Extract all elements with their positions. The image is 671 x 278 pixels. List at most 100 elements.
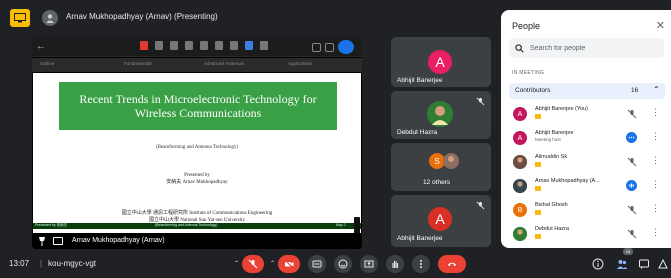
participant-avatar xyxy=(427,101,453,127)
section-label: IN MEETING xyxy=(512,70,545,76)
person-name: Arnav Mukhopadhyay (A... xyxy=(535,178,600,184)
undo-icon[interactable] xyxy=(312,42,321,52)
hand-badge-icon xyxy=(535,186,541,191)
person-row[interactable]: Arnav Mukhopadhyay (A... ⋮ xyxy=(509,176,667,198)
back-arrow-icon[interactable]: ← xyxy=(36,41,46,52)
stage-caption: Arnav Mukhopadhyay (Arnav) xyxy=(32,233,362,249)
slide-title: Recent Trends in Microelectronic Technol… xyxy=(79,92,317,120)
slide-presented-by: Presented by 安納夫 Arnav Mukhopadhyay xyxy=(33,172,361,186)
person-row[interactable]: Alimuddin Sk ⋮ xyxy=(509,152,667,174)
hang-up-icon xyxy=(447,262,457,267)
pen-icon[interactable] xyxy=(140,41,148,50)
mic-off-icon[interactable] xyxy=(627,109,637,119)
people-panel: People ✕ IN MEETING Contributors 16 ⌃ A … xyxy=(501,10,671,248)
camera-button[interactable] xyxy=(278,255,300,273)
bottom-control-bar: 13:07 | kou-mgyc-vgt ⌃ ⌃ xyxy=(0,250,671,278)
lasso-icon[interactable] xyxy=(245,41,253,50)
top-bar: Arnav Mukhopadhyay (Arnav) (Presenting) xyxy=(0,0,500,36)
person-row[interactable]: B Bishal Ghosh ⋮ xyxy=(509,200,667,222)
more-options-icon[interactable]: ⋮ xyxy=(651,179,660,190)
presenter-avatar xyxy=(42,10,58,26)
person-row[interactable]: A Abhijit Banerjee Meeting host ⋮ xyxy=(509,128,667,150)
nav-tab-advanced[interactable]: Advanced Antennas xyxy=(204,61,244,66)
participant-avatar: A xyxy=(428,207,452,231)
present-button[interactable] xyxy=(360,255,378,273)
presenter-line: 安納夫 Arnav Mukhopadhyay xyxy=(166,180,228,185)
chevron-up-icon[interactable]: ⌃ xyxy=(653,85,660,94)
slide-footer: Presented by 安納夫 (Beamforming and Antenn… xyxy=(33,223,361,229)
close-icon[interactable]: ✕ xyxy=(656,19,665,32)
leave-call-button[interactable] xyxy=(438,255,466,273)
mic-button[interactable] xyxy=(242,255,264,273)
activities-icon[interactable] xyxy=(657,258,669,270)
present-screen-icon xyxy=(364,260,374,268)
person-avatar: B xyxy=(513,203,527,217)
search-input[interactable] xyxy=(530,44,650,52)
more-options-icon[interactable]: ⋮ xyxy=(651,155,660,166)
person-avatar: A xyxy=(513,131,527,145)
contributors-header[interactable]: Contributors 16 ⌃ xyxy=(509,83,665,99)
participant-tile[interactable]: A Abhijit Banerjee xyxy=(391,37,491,87)
participant-tile-group[interactable]: S 12 others xyxy=(391,143,491,191)
more-options-icon[interactable]: ⋮ xyxy=(651,227,660,238)
mic-off-icon[interactable] xyxy=(627,205,637,215)
participant-tile[interactable]: Debdut Hazra xyxy=(391,91,491,139)
mic-off-icon xyxy=(476,201,485,210)
person-name: Debdut Hazra xyxy=(535,226,569,232)
shape-icon[interactable] xyxy=(215,41,223,50)
presentation-stage[interactable]: ← Outline Fundamentals Advanced Antennas… xyxy=(32,37,362,249)
more-tools-icon[interactable] xyxy=(260,41,268,50)
eraser-icon[interactable] xyxy=(200,41,208,50)
meeting-code: kou-mgyc-vgt xyxy=(48,259,97,268)
speaking-indicator-icon xyxy=(626,180,637,191)
slideshow-toolbar: ← xyxy=(32,37,362,57)
footer-center: (Beamforming and Antenna Technology) xyxy=(155,223,218,227)
brush-icon[interactable] xyxy=(185,41,193,50)
info-icon[interactable] xyxy=(592,258,604,270)
more-dots-icon[interactable] xyxy=(626,132,637,143)
people-count-badge: 16 xyxy=(623,248,633,255)
more-options-icon[interactable]: ⋮ xyxy=(651,131,660,142)
slide-title-banner: Recent Trends in Microelectronic Technol… xyxy=(59,82,337,130)
person-avatar: A xyxy=(513,107,527,121)
more-options-icon[interactable]: ⋮ xyxy=(651,107,660,118)
emoji-button[interactable] xyxy=(334,255,352,273)
highlighter-icon[interactable] xyxy=(170,41,178,50)
more-options-icon[interactable]: ⋮ xyxy=(651,203,660,214)
presented-by-label: Presented by xyxy=(184,173,210,178)
people-search[interactable] xyxy=(509,38,664,58)
chevron-up-icon[interactable]: ⌃ xyxy=(270,260,275,267)
captions-button[interactable] xyxy=(308,255,326,273)
contributors-count: 16 xyxy=(631,87,639,94)
captions-icon xyxy=(312,260,322,268)
slideshow-controls xyxy=(312,40,354,54)
person-avatar-photo xyxy=(513,179,527,193)
more-options-button[interactable] xyxy=(412,255,430,273)
raise-hand-button[interactable] xyxy=(386,255,404,273)
person-row[interactable]: A Abhijit Banerjee (You) ⋮ xyxy=(509,104,667,126)
nav-tab-outline[interactable]: Outline xyxy=(40,61,54,66)
mic-off-icon xyxy=(476,97,485,106)
mic-off-icon[interactable] xyxy=(627,229,637,239)
chevron-up-icon[interactable]: ⌃ xyxy=(234,260,239,267)
people-icon[interactable] xyxy=(616,258,628,270)
participant-tile[interactable]: A Abhijit Banerjee xyxy=(391,195,491,247)
pencil-icon[interactable] xyxy=(155,41,163,50)
slide-nav-bar: Outline Fundamentals Advanced Antennas A… xyxy=(32,58,362,72)
nav-tab-fundamentals[interactable]: Fundamentals xyxy=(124,61,153,66)
laser-icon[interactable] xyxy=(230,41,238,50)
person-name: Abhijit Banerjee (You) xyxy=(535,106,588,112)
nav-tab-applications[interactable]: Applications xyxy=(288,61,312,66)
person-row[interactable]: Debdut Hazra ⋮ xyxy=(509,224,667,246)
camera-icon[interactable] xyxy=(338,40,354,54)
participant-name: Abhijit Banerjee xyxy=(397,77,443,84)
panel-title: People xyxy=(512,21,541,31)
presentation-icon[interactable] xyxy=(10,9,30,27)
participant-avatar-photo xyxy=(443,153,459,169)
pin-icon[interactable] xyxy=(38,236,46,246)
clock: 13:07 xyxy=(9,259,30,268)
chat-icon[interactable] xyxy=(638,258,650,270)
settings-icon[interactable] xyxy=(325,42,334,52)
hand-badge-icon xyxy=(535,210,541,215)
mic-off-icon[interactable] xyxy=(627,157,637,167)
